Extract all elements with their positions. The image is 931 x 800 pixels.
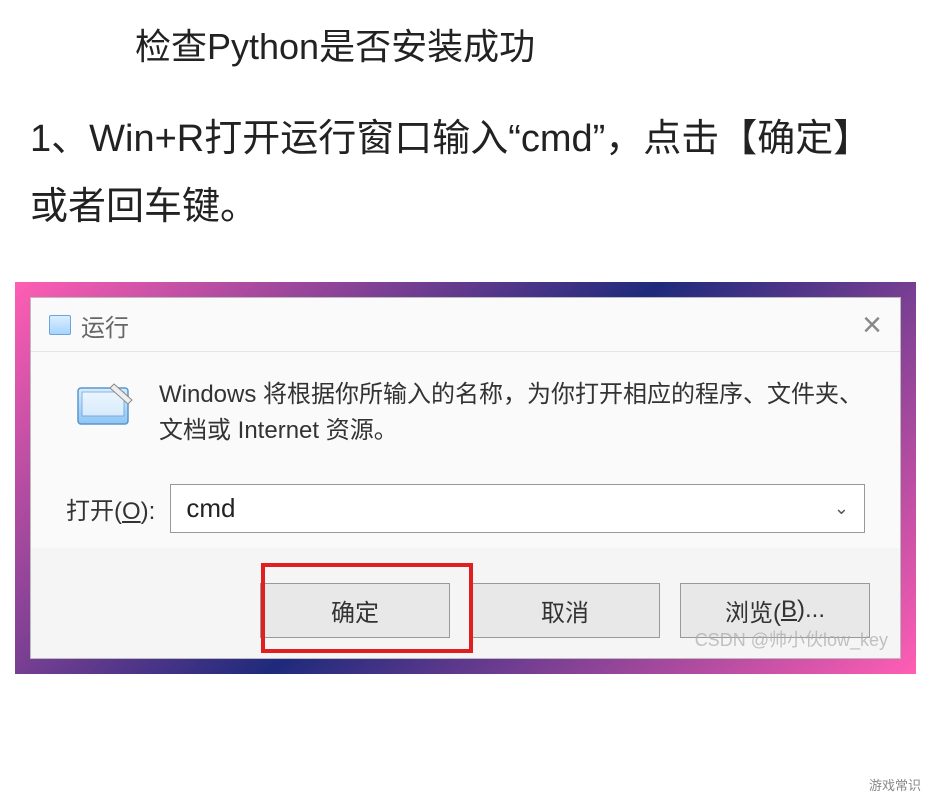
ok-button[interactable]: 确定	[260, 583, 450, 638]
command-input[interactable]	[186, 493, 834, 524]
article-heading: 检查Python是否安装成功	[0, 0, 931, 95]
cancel-button[interactable]: 取消	[470, 583, 660, 638]
screenshot-container: 运行 ×	[15, 282, 916, 674]
chevron-down-icon[interactable]: ⌄	[834, 498, 849, 519]
title-left: 运行	[49, 308, 129, 343]
article-step-1: 1、Win+R打开运行窗口输入“cmd”，点击【确定】或者回车键。	[0, 95, 931, 272]
watermark: CSDN @帅小伙low_key	[695, 626, 888, 652]
description-row: Windows 将根据你所输入的名称，为你打开相应的程序、文件夹、文档或 Int…	[66, 377, 865, 479]
dialog-titlebar: 运行 ×	[31, 298, 900, 352]
command-combobox[interactable]: ⌄	[170, 484, 865, 533]
close-icon[interactable]: ×	[862, 308, 882, 342]
button-row: 确定 取消 浏览(B)... CSDN @帅小伙low_key	[31, 548, 900, 658]
open-label: 打开(O):	[66, 491, 155, 526]
dialog-description: Windows 将根据你所输入的名称，为你打开相应的程序、文件夹、文档或 Int…	[159, 377, 865, 449]
footer-tag: 游戏常识	[869, 775, 921, 794]
run-small-icon	[49, 315, 71, 335]
run-dialog: 运行 ×	[30, 297, 901, 659]
dialog-title: 运行	[81, 308, 129, 343]
dialog-body: Windows 将根据你所输入的名称，为你打开相应的程序、文件夹、文档或 Int…	[31, 352, 900, 658]
input-row: 打开(O): ⌄	[66, 479, 865, 548]
run-big-icon	[76, 382, 134, 430]
